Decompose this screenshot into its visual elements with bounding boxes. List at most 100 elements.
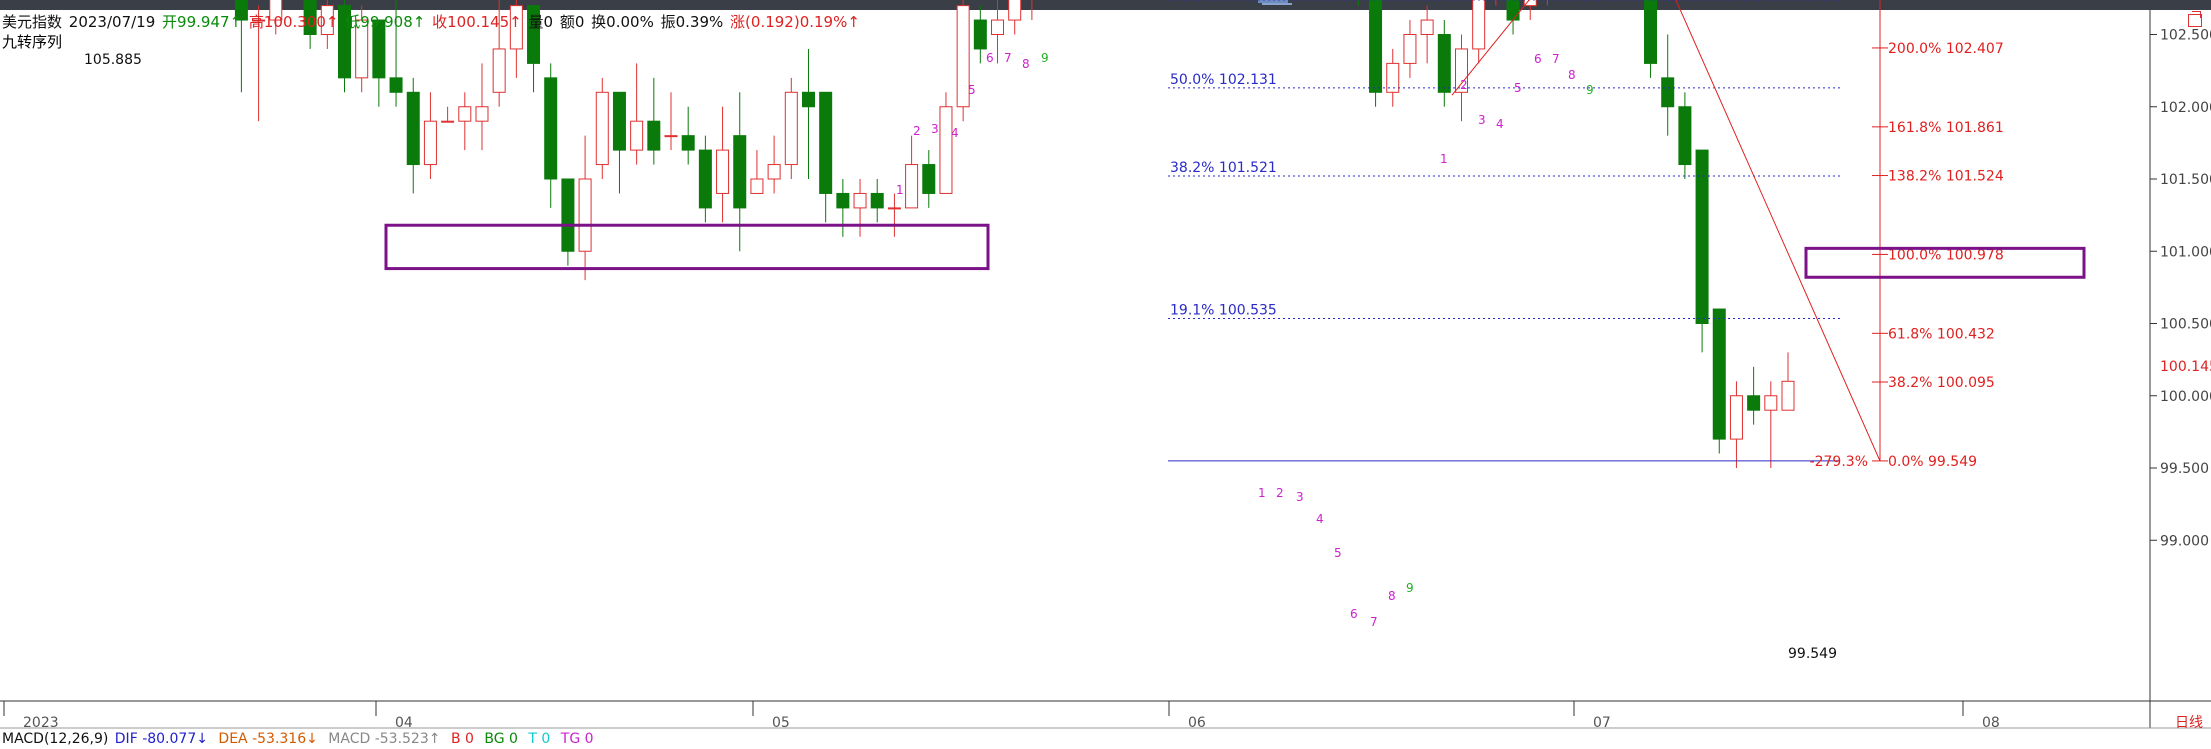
candle-body [1712,308,1726,440]
time-tick-label: 2023 [23,715,59,731]
projection-label: 138.2% 101.524 [1888,169,2004,185]
high-value: 高100.300↑ [248,13,339,31]
candle-body [887,207,901,210]
price-tick-label: 99.000 [2160,533,2209,549]
volume-value: 量0 [528,13,554,31]
fib-level-label: 19.1% 100.535 [1170,302,1277,318]
fib-level-label: 50.0% 102.131 [1170,72,1277,88]
td-sequence-number: 5 [968,83,976,97]
candle-body [922,164,936,194]
td-sequence-number: 1 [1440,152,1448,166]
td-sequence-number: 6 [1534,52,1542,66]
time-tick-label: 05 [772,715,790,731]
td-sequence-number: 7 [1552,52,1560,66]
support-zone-box [384,223,990,271]
td-sequence-number: 7 [1004,51,1012,65]
td-sequence-number: 3 [1296,490,1304,504]
macd-indicator-bar: MACD(12,26,9) DIF -80.077↓ DEA -53.316↓ … [2,730,600,748]
candle-body [973,19,987,50]
candle-body [819,91,833,194]
price-tick-label: 101.500 [2160,172,2211,188]
candle-body [836,192,850,209]
projection-neg-label: -279.3% [1810,454,1868,470]
time-tick-label: 08 [1982,715,2000,731]
td-sequence-number: 7 [1370,615,1378,629]
macd-dea: DEA -53.316↓ [218,731,318,747]
time-tick-label: 07 [1593,715,1611,731]
projection-label: 61.8% 100.432 [1888,326,1995,342]
td-sequence-number: 9 [1406,581,1414,595]
candlestick-chart[interactable]: 99.000 99.500 100.000 100.500 101.000 101.500… [0,0,2211,749]
candle-body [698,149,712,209]
max-price-label: 105.885 [84,52,142,68]
candle-body [1506,0,1520,21]
candle-body [475,106,489,122]
td-sequence-number: 8 [1388,589,1396,603]
fib-level-label: 38.2% 101.521 [1170,160,1277,176]
candle-body [664,135,678,138]
candle-body [1420,19,1434,35]
candle-body [578,178,592,252]
td-sequence-number: 2 [1276,486,1284,500]
macd-tg: TG 0 [560,731,594,747]
macd-bg: BG 0 [484,731,518,747]
candle-body [612,91,626,151]
projection-label: 38.2% 100.095 [1888,375,1995,391]
trend-projection-line [1451,0,1881,462]
close-value: 收100.145↑ [432,13,522,31]
macd-dif: DIF -80.077↓ [114,731,208,747]
candle-body [1678,106,1692,166]
candle-body [441,120,455,123]
td-sequence-number: 4 [1316,512,1324,526]
amplitude-value: 振0.39% [660,13,724,31]
td-sequence-number: 2 [1460,78,1468,92]
candle-body [630,120,644,151]
td-sequence-number: 9 [1041,51,1049,65]
restore-window-icon[interactable] [2188,11,2202,27]
td-sequence-number: 1 [1258,486,1266,500]
candle-body [750,178,764,194]
timeframe-label[interactable]: 日线 [2175,712,2203,732]
time-tick-label: 04 [395,715,413,731]
quote-header: 美元指数 2023/07/19 开99.947↑ 高100.300↑ 低99.9… [2,12,862,32]
candle-body [870,192,884,209]
td-sequence-number: 3 [931,122,939,136]
candle-body [784,91,798,166]
td-sequence-number: 5 [1514,81,1522,95]
indicator-name: 九转序列 [2,33,63,51]
candle-body [1437,34,1451,93]
time-tick-label: 06 [1188,715,1206,731]
candle-body [1747,395,1761,411]
price-tick-label: 101.000 [2160,244,2211,260]
candle-body [853,192,867,209]
candle-body [492,48,506,93]
td-sequence-number: 8 [1022,57,1030,71]
candle-body [1781,380,1795,411]
min-price-label: 99.549 [1788,646,1837,662]
td-sequence-number: 6 [986,51,994,65]
td-sequence-number: 4 [951,126,959,140]
candle-body [1403,34,1417,64]
candle-body [1472,0,1486,50]
td-sequence-number: 6 [1350,607,1358,621]
quote-date: 2023/07/19 [68,13,156,31]
candle-body [1369,0,1383,93]
candle-body [767,164,781,180]
price-tick-label: 100.500 [2160,317,2211,333]
candle-body [905,164,919,209]
macd-value: MACD -53.523↑ [328,731,441,747]
td-sequence-number: 5 [1334,546,1342,560]
candle-body [1695,149,1709,324]
candle-body [1644,0,1658,64]
candle-body [595,91,609,166]
td-sequence-number: 3 [1478,113,1486,127]
candle-body [423,120,437,166]
candle-body [1661,77,1675,108]
price-tick-label: 102.000 [2160,100,2211,116]
candle-body [389,77,403,93]
macd-name[interactable]: MACD(12,26,9) [2,731,108,747]
turnover-value: 换0.00% [591,13,654,31]
candle-body [1764,395,1778,411]
td-sequence-number: 2 [913,124,921,138]
change-value: 涨(0.192)0.19%↑ [730,13,860,31]
